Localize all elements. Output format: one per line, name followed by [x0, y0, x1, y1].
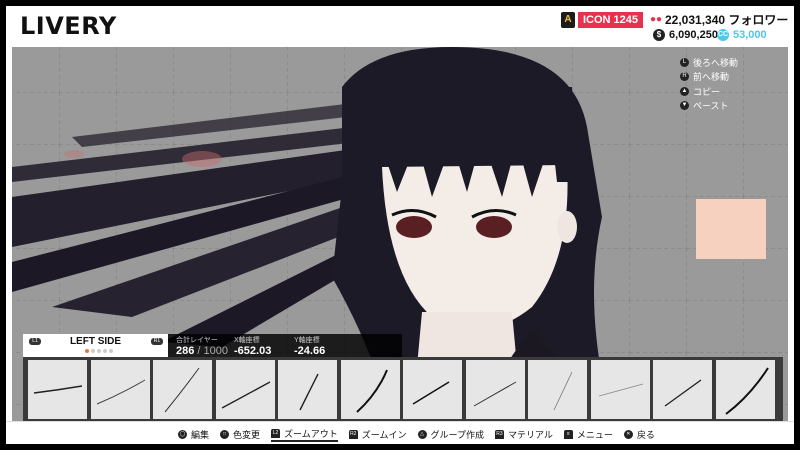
- guide-label: メニュー: [576, 430, 613, 440]
- layer-thumbnail[interactable]: [528, 360, 587, 419]
- guide-label: マテリアル: [507, 430, 553, 440]
- round-button-icon: △: [417, 430, 427, 439]
- layer-thumbnail[interactable]: [715, 360, 775, 419]
- button-icon: R: [680, 72, 689, 81]
- round-button-icon: □: [220, 430, 230, 439]
- guide-zoom-out[interactable]: L2 ズームアウト: [271, 427, 338, 442]
- button-icon: ▲: [680, 86, 689, 96]
- layer-thumbnail[interactable]: [653, 360, 712, 419]
- header-bar: LIVERY A ICON 1245 ●● 22,031,340 フォロワー $…: [6, 6, 794, 47]
- stat-label: Y軸座標: [294, 337, 320, 344]
- coin-count: 6,090,250: [669, 29, 718, 41]
- stat-value: -652.03: [234, 345, 272, 357]
- layer-thumbnail-selected[interactable]: [403, 360, 462, 423]
- page-dot: [109, 349, 113, 353]
- shoulder-button-icon: R3: [494, 430, 504, 439]
- shoulder-button-icon: L2: [271, 429, 281, 438]
- menu-item-copy[interactable]: ▲ コピー: [680, 84, 738, 98]
- guide-zoom-in[interactable]: R2 ズームイン: [348, 427, 407, 442]
- layer-thumbnail[interactable]: [153, 360, 212, 419]
- guide-label: 編集: [191, 430, 210, 440]
- rank-badge: ICON 1245: [578, 12, 644, 28]
- layer-thumbnail[interactable]: [28, 360, 87, 419]
- page-dot: [97, 349, 101, 353]
- guide-label: ズームイン: [361, 430, 407, 440]
- layer-thumbnail[interactable]: [340, 360, 400, 419]
- menu-item-label: ペースト: [693, 101, 729, 111]
- guide-material[interactable]: R3 マテリアル: [494, 427, 553, 442]
- guide-change-color[interactable]: □ 色変更: [220, 427, 260, 442]
- stat-value: -24.66: [294, 345, 326, 357]
- button-icon: ▼: [680, 101, 689, 110]
- round-button-icon: ✕: [623, 430, 633, 439]
- stat-x: X軸座標 -652.03: [234, 335, 271, 357]
- guide-edit[interactable]: ◯ 編集: [178, 427, 209, 442]
- layer-thumbnail-strip: [23, 357, 783, 423]
- guide-menu[interactable]: ≡ メニュー: [563, 427, 613, 442]
- guide-label: 色変更: [233, 430, 261, 440]
- page-dot: [85, 349, 89, 353]
- side-page-dots: [85, 349, 115, 353]
- guide-label: ズームアウト: [284, 429, 338, 439]
- layer-thumbnail[interactable]: [215, 360, 275, 419]
- layer-thumbnail[interactable]: [465, 360, 525, 419]
- game-screen: LIVERY A ICON 1245 ●● 22,031,340 フォロワー $…: [0, 0, 800, 450]
- stat-label: X軸座標: [234, 337, 260, 344]
- options-button-icon: ≡: [563, 430, 573, 439]
- follower-count: 22,031,340 フォロワー: [665, 13, 789, 27]
- round-button-icon: ◯: [178, 430, 187, 439]
- menu-item-move-front[interactable]: R 前へ移動: [680, 70, 738, 84]
- context-menu: L 後ろへ移動 R 前へ移動 ▲ コピー ▼ ペースト: [680, 55, 738, 113]
- page-dot: [91, 349, 95, 353]
- page-title: LIVERY: [20, 12, 117, 40]
- layer-stats: 合計レイヤー 286 / 1000 X軸座標 -652.03 Y軸座標 -24.…: [168, 334, 402, 357]
- color-swatch[interactable]: [696, 199, 766, 259]
- stat-label: 合計レイヤー: [176, 337, 218, 344]
- layer-thumbnail[interactable]: [90, 360, 150, 419]
- guide-create-group[interactable]: △ グループ作成: [417, 427, 484, 442]
- guide-label: グループ作成: [430, 430, 484, 440]
- follower-icon: ●●: [650, 14, 663, 25]
- menu-item-move-back[interactable]: L 後ろへ移動: [680, 55, 738, 69]
- side-selector[interactable]: L1 LEFT SIDE R1: [23, 334, 168, 357]
- menu-item-label: 後ろへ移動: [693, 57, 739, 68]
- stat-value: 286: [176, 345, 195, 357]
- menu-item-paste[interactable]: ▼ ペースト: [680, 99, 738, 113]
- side-label: LEFT SIDE: [69, 336, 122, 347]
- button-guide-bar: ◯ 編集 □ 色変更 L2 ズームアウト R2 ズームイン △ グループ作成 R3 マテリア…: [6, 421, 794, 444]
- layer-thumbnail[interactable]: [590, 360, 650, 419]
- guide-label: 戻る: [636, 430, 655, 440]
- coin-icon: $: [653, 29, 665, 41]
- menu-item-label: 前へ移動: [693, 72, 730, 82]
- stat-max: / 1000: [197, 345, 229, 357]
- stat-y: Y軸座標 -24.66: [294, 335, 325, 357]
- stat-layers: 合計レイヤー 286 / 1000: [176, 335, 228, 357]
- credit-icon: CC: [717, 29, 729, 41]
- guide-back[interactable]: ✕ 戻る: [623, 427, 655, 442]
- layer-thumbnail[interactable]: [278, 360, 337, 419]
- r1-button-icon[interactable]: R1: [151, 338, 163, 345]
- credit-count: 53,000: [733, 29, 767, 41]
- page-dot: [103, 349, 107, 353]
- button-icon: L: [680, 57, 689, 67]
- shoulder-button-icon: R2: [348, 430, 358, 439]
- menu-item-label: コピー: [693, 86, 721, 97]
- rank-icon: A: [561, 12, 575, 28]
